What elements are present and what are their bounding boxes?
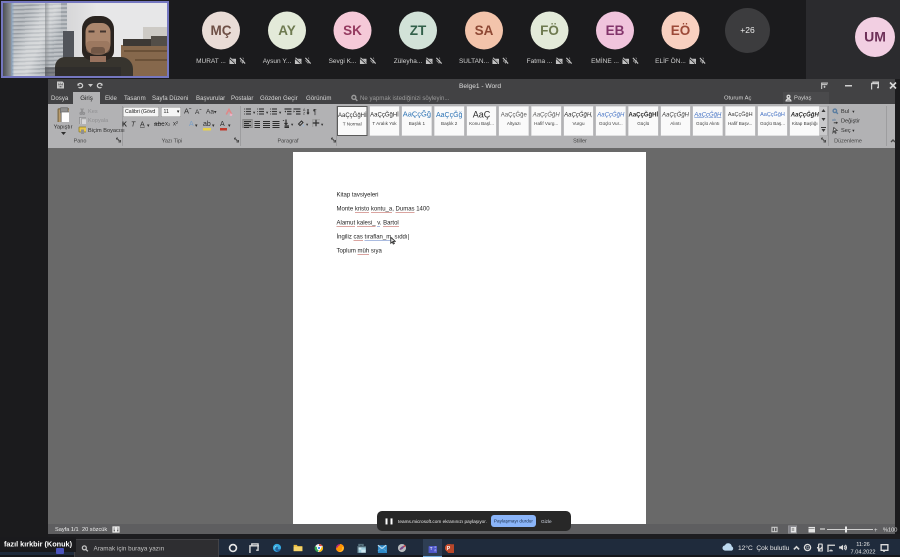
svg-text:T: T — [430, 546, 433, 551]
svg-text:ab: ab — [832, 118, 836, 122]
svg-text:G: G — [806, 545, 810, 550]
svg-text:Z: Z — [303, 112, 306, 116]
